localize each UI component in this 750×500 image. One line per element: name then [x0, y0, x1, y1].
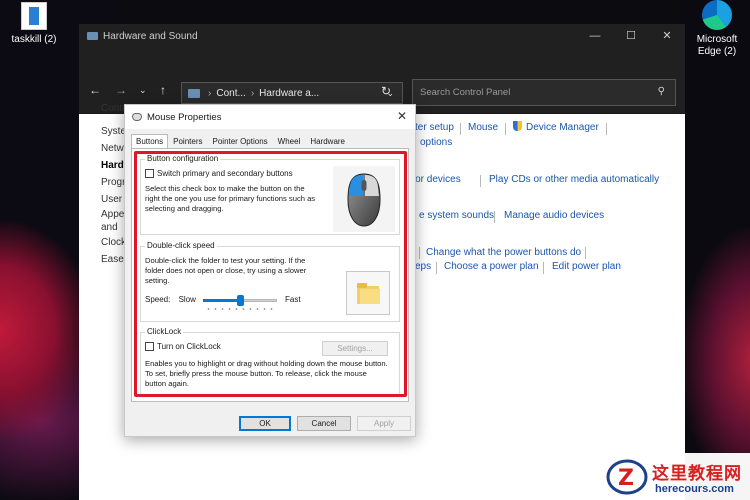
link-system-sounds[interactable]: e system sounds — [419, 210, 494, 221]
svg-text:Z: Z — [618, 466, 634, 491]
back-arrow-icon[interactable]: ← — [89, 83, 101, 97]
breadcrumb-item[interactable]: Cont... — [216, 88, 245, 99]
dialog-title-bar: Mouse Properties — [125, 105, 415, 129]
dialog-close-button[interactable]: ✕ — [397, 109, 407, 123]
edge-browser-icon — [702, 0, 732, 30]
desktop-icon-taskkill[interactable]: taskkill (2) — [4, 2, 64, 46]
link-eps[interactable]: eps — [415, 261, 431, 272]
link-separator — [606, 123, 607, 135]
minimize-button[interactable]: — — [577, 24, 613, 48]
link-play-cds[interactable]: Play CDs or other media automatically — [489, 174, 659, 185]
forward-arrow-icon[interactable]: → — [115, 83, 127, 97]
window-title: Hardware and Sound — [103, 30, 198, 42]
link-separator — [585, 247, 586, 259]
link-power-plan[interactable]: Choose a power plan — [444, 261, 539, 272]
highlight-annotation-box — [134, 151, 407, 397]
site-logo: Z — [606, 458, 648, 496]
refresh-icon[interactable]: ↻ — [381, 84, 391, 98]
tab-strip: Buttons Pointers Pointer Options Wheel H… — [131, 134, 350, 149]
link-power-buttons[interactable]: Change what the power buttons do — [426, 247, 581, 258]
address-bar[interactable]: › Cont... › Hardware a... ⌄ — [181, 82, 403, 104]
desktop-icon-edge[interactable]: Microsoft Edge (2) — [688, 0, 746, 58]
breadcrumb-separator-icon: › — [250, 87, 255, 99]
tab-pointer-options[interactable]: Pointer Options — [208, 134, 273, 149]
link-mouse[interactable]: Mouse — [468, 122, 498, 133]
site-watermark: Z 这里教程网 herecours.com — [603, 453, 750, 500]
file-icon — [21, 2, 47, 30]
link-separator — [480, 175, 481, 187]
dialog-title: Mouse Properties — [147, 111, 222, 123]
search-placeholder: Search Control Panel — [420, 87, 511, 98]
tab-wheel[interactable]: Wheel — [273, 134, 306, 149]
ok-button[interactable]: OK — [239, 416, 291, 431]
control-panel-icon — [87, 32, 98, 40]
mouse-icon — [132, 113, 142, 121]
search-input[interactable]: Search Control Panel ⚲ — [412, 79, 676, 106]
link-separator — [419, 247, 420, 259]
link-separator — [436, 262, 437, 274]
recent-dropdown-icon[interactable]: ⌄ — [139, 85, 147, 96]
link-separator — [543, 262, 544, 274]
watermark-cn-text: 这里教程网 — [652, 464, 742, 484]
tab-hardware[interactable]: Hardware — [305, 134, 350, 149]
link-options[interactable]: options — [420, 137, 452, 148]
breadcrumb-item[interactable]: Hardware a... — [259, 88, 319, 99]
tab-pointers[interactable]: Pointers — [168, 134, 207, 149]
tab-buttons[interactable]: Buttons — [131, 134, 169, 149]
desktop-icon-label: taskkill (2) — [11, 34, 57, 45]
cancel-button[interactable]: Cancel — [297, 416, 351, 431]
title-bar: Hardware and Sound — ☐ ✕ — [79, 24, 685, 48]
breadcrumb-separator-icon: › — [208, 87, 212, 99]
link-manage-audio[interactable]: Manage audio devices — [504, 210, 604, 221]
link-printer-setup[interactable]: ter setup — [415, 122, 454, 133]
maximize-button[interactable]: ☐ — [613, 24, 649, 48]
link-separator — [505, 123, 506, 135]
close-button[interactable]: ✕ — [649, 24, 685, 48]
link-edit-power-plan[interactable]: Edit power plan — [552, 261, 621, 272]
up-arrow-icon[interactable]: ↑ — [160, 83, 166, 97]
watermark-en-text: herecours.com — [655, 483, 734, 495]
shield-icon — [513, 121, 522, 134]
link-device-manager[interactable]: Device Manager — [526, 122, 599, 133]
control-panel-icon — [188, 88, 200, 98]
link-separator — [460, 123, 461, 135]
link-separator — [494, 211, 495, 223]
desktop-icon-label: Microsoft Edge (2) — [696, 34, 738, 57]
desktop-wallpaper-right — [680, 0, 750, 500]
apply-button[interactable]: Apply — [357, 416, 411, 431]
search-icon: ⚲ — [657, 86, 665, 97]
